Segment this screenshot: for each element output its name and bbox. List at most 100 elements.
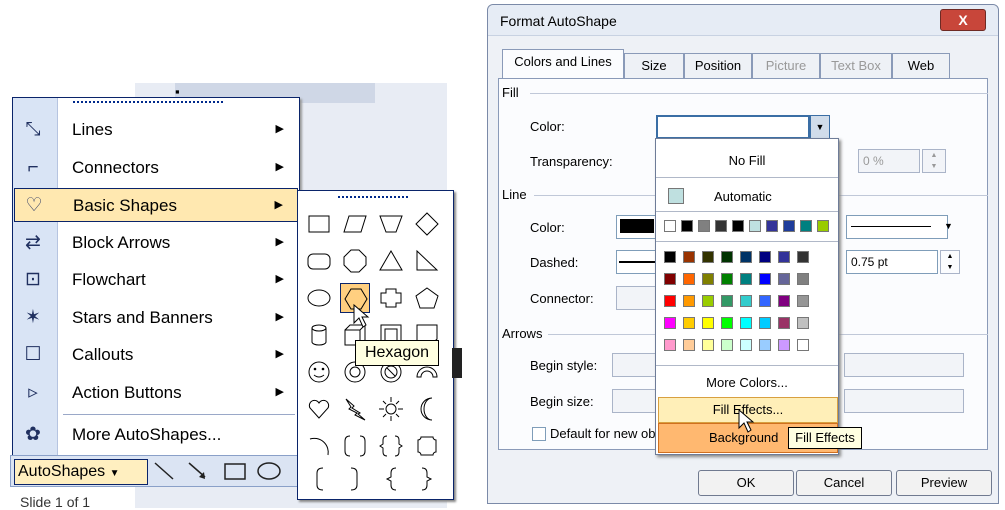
double-bracket-shape-icon[interactable] <box>340 431 370 461</box>
color-swatch[interactable] <box>749 220 761 232</box>
menu-item-basic-shapes[interactable]: ♡ Basic Shapes ▶ <box>14 188 298 222</box>
more-colors-option[interactable]: More Colors... <box>656 375 838 390</box>
weight-spinner[interactable]: ▲ ▼ <box>940 250 960 274</box>
oval-shape-icon[interactable] <box>304 283 334 313</box>
moon-shape-icon[interactable] <box>412 394 442 424</box>
color-swatch[interactable] <box>797 295 809 307</box>
color-swatch[interactable] <box>817 220 829 232</box>
can-shape-icon[interactable] <box>304 320 334 350</box>
plaque-shape-icon[interactable] <box>412 431 442 461</box>
lightning-bolt-shape-icon[interactable] <box>340 394 370 424</box>
smiley-face-shape-icon[interactable] <box>304 357 334 387</box>
octagon-shape-icon[interactable] <box>340 246 370 276</box>
color-swatch[interactable] <box>702 295 714 307</box>
pentagon-shape-icon[interactable] <box>412 283 442 313</box>
color-swatch[interactable] <box>702 317 714 329</box>
color-swatch[interactable] <box>778 251 790 263</box>
right-brace-shape-icon[interactable] <box>412 464 442 494</box>
triangle-shape-icon[interactable] <box>376 246 406 276</box>
color-swatch[interactable] <box>732 220 744 232</box>
color-swatch[interactable] <box>702 251 714 263</box>
color-swatch[interactable] <box>721 273 733 285</box>
heart-shape-icon[interactable] <box>304 394 334 424</box>
ok-button[interactable]: OK <box>698 470 794 496</box>
menu-item-stars-and-banners[interactable]: ✶ Stars and Banners ▶ <box>14 301 298 335</box>
color-swatch[interactable] <box>721 295 733 307</box>
color-swatch[interactable] <box>683 339 695 351</box>
color-swatch[interactable] <box>715 220 727 232</box>
color-swatch[interactable] <box>721 251 733 263</box>
color-swatch[interactable] <box>740 273 752 285</box>
menu-item-action-buttons[interactable]: ▹ Action Buttons ▶ <box>14 376 298 410</box>
close-button[interactable]: X <box>940 9 986 31</box>
color-swatch[interactable] <box>797 273 809 285</box>
color-swatch[interactable] <box>740 251 752 263</box>
right-triangle-shape-icon[interactable] <box>412 246 442 276</box>
color-swatch[interactable] <box>778 339 790 351</box>
tab-colors-and-lines[interactable]: Colors and Lines <box>502 49 624 80</box>
left-bracket-shape-icon[interactable] <box>304 464 334 494</box>
parallelogram-shape-icon[interactable] <box>340 209 370 239</box>
tab-position[interactable]: Position <box>684 53 752 78</box>
menu-item-connectors[interactable]: ⌐ Connectors ▶ <box>14 151 298 185</box>
color-swatch[interactable] <box>740 339 752 351</box>
color-swatch[interactable] <box>683 251 695 263</box>
dropdown-arrow-icon[interactable]: ▼ <box>810 115 830 139</box>
color-swatch[interactable] <box>681 220 693 232</box>
color-swatch[interactable] <box>664 317 676 329</box>
color-swatch[interactable] <box>683 273 695 285</box>
color-swatch[interactable] <box>759 317 771 329</box>
transparency-input[interactable]: 0 % <box>858 149 920 173</box>
color-swatch[interactable] <box>800 220 812 232</box>
color-swatch[interactable] <box>683 317 695 329</box>
left-brace-shape-icon[interactable] <box>376 464 406 494</box>
double-brace-shape-icon[interactable] <box>376 431 406 461</box>
dropdown-arrow-icon[interactable]: ▼ <box>944 216 958 236</box>
color-swatch[interactable] <box>783 220 795 232</box>
rounded-rectangle-shape-icon[interactable] <box>304 246 334 276</box>
trapezoid-shape-icon[interactable] <box>376 209 406 239</box>
color-swatch[interactable] <box>721 339 733 351</box>
menu-item-callouts[interactable]: ☐ Callouts ▶ <box>14 338 298 372</box>
color-swatch[interactable] <box>759 251 771 263</box>
color-swatch[interactable] <box>698 220 710 232</box>
color-swatch[interactable] <box>797 251 809 263</box>
sun-shape-icon[interactable] <box>376 394 406 424</box>
dashed-dropdown[interactable] <box>616 250 658 274</box>
color-swatch[interactable] <box>759 339 771 351</box>
rectangle-shape-icon[interactable] <box>304 209 334 239</box>
arc-shape-icon[interactable] <box>304 431 334 461</box>
menu-item-block-arrows[interactable]: ⇄ Block Arrows ▶ <box>14 226 298 260</box>
color-swatch[interactable] <box>778 273 790 285</box>
color-swatch[interactable] <box>740 317 752 329</box>
color-swatch[interactable] <box>759 273 771 285</box>
menu-item-flowchart[interactable]: ⊡ Flowchart ▶ <box>14 263 298 297</box>
color-swatch[interactable] <box>702 339 714 351</box>
line-style-dropdown[interactable] <box>846 215 948 239</box>
autoshapes-button[interactable]: AutoShapes ▼ <box>14 459 148 485</box>
color-swatch[interactable] <box>664 273 676 285</box>
right-bracket-shape-icon[interactable] <box>340 464 370 494</box>
palette-drag-handle[interactable] <box>338 196 408 198</box>
cross-shape-icon[interactable] <box>376 283 406 313</box>
color-swatch[interactable] <box>664 220 676 232</box>
menu-item-more-autoshapes[interactable]: ✿ More AutoShapes... <box>14 418 298 452</box>
transparency-spinner[interactable]: ▲ ▼ <box>922 149 946 173</box>
no-fill-option[interactable]: No Fill <box>656 153 838 168</box>
color-swatch[interactable] <box>797 317 809 329</box>
color-swatch[interactable] <box>664 251 676 263</box>
color-swatch[interactable] <box>702 273 714 285</box>
color-swatch[interactable] <box>797 339 809 351</box>
cancel-button[interactable]: Cancel <box>796 470 892 496</box>
line-color-dropdown[interactable] <box>616 215 658 239</box>
color-swatch[interactable] <box>759 295 771 307</box>
tab-web[interactable]: Web <box>892 53 950 78</box>
default-checkbox[interactable] <box>532 427 546 441</box>
color-swatch[interactable] <box>683 295 695 307</box>
color-swatch[interactable] <box>766 220 778 232</box>
color-swatch[interactable] <box>664 295 676 307</box>
color-swatch[interactable] <box>778 317 790 329</box>
color-swatch[interactable] <box>740 295 752 307</box>
line-weight-input[interactable]: 0.75 pt <box>846 250 938 274</box>
tab-size[interactable]: Size <box>624 53 684 78</box>
